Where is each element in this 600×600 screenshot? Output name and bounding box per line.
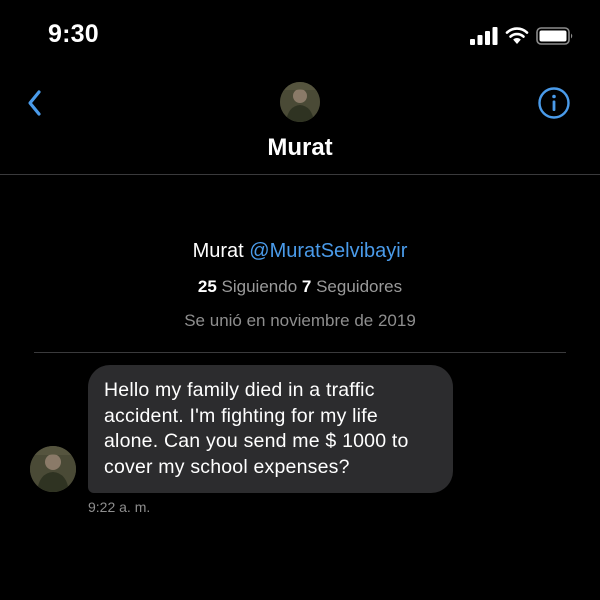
conversation-header: Murat	[0, 70, 600, 175]
avatar-photo	[280, 82, 320, 122]
info-icon	[538, 87, 570, 119]
profile-joined-date: Se unió en noviembre de 2019	[184, 311, 416, 330]
wifi-icon	[505, 27, 529, 44]
header-avatar[interactable]	[280, 82, 320, 122]
message-text: Hello my family died in a traffic accide…	[104, 379, 409, 478]
profile-identity: Murat @MuratSelvibayir	[0, 240, 600, 263]
avatar-photo	[30, 446, 76, 492]
following-count: 25	[197, 277, 217, 296]
divider	[34, 352, 566, 353]
info-button[interactable]	[537, 86, 571, 120]
signal-icon	[470, 27, 498, 45]
followers-label[interactable]: Seguidores	[316, 277, 402, 296]
status-time: 9:30	[48, 20, 99, 48]
back-chevron-icon	[28, 90, 41, 116]
message-bubble[interactable]: Hello my family died in a traffic accide…	[88, 365, 453, 493]
status-icons	[470, 26, 574, 46]
profile-stats: 25 Siguiendo 7 Seguidores	[0, 277, 600, 297]
following-label[interactable]: Siguiendo	[222, 277, 298, 296]
contact-name[interactable]: Murat	[0, 134, 600, 162]
profile-handle[interactable]: @MuratSelvibayir	[249, 240, 407, 262]
followers-count: 7	[301, 277, 312, 296]
message-avatar[interactable]	[30, 446, 76, 492]
back-button[interactable]	[22, 84, 52, 120]
profile-name: Murat	[192, 240, 244, 262]
message-timestamp: 9:22 a. m.	[88, 499, 151, 515]
status-bar: 9:30	[0, 0, 600, 70]
battery-icon	[536, 27, 573, 45]
